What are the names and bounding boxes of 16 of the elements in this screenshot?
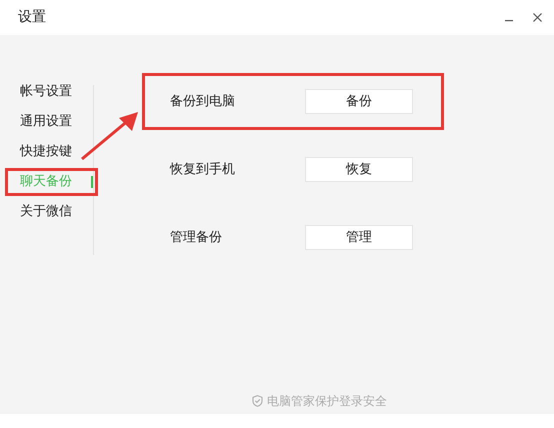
setting-label: 管理备份 bbox=[170, 228, 223, 247]
action-button[interactable]: 管理 bbox=[305, 225, 413, 250]
action-button[interactable]: 恢复 bbox=[305, 157, 413, 182]
close-icon[interactable] bbox=[533, 13, 542, 22]
minimize-icon[interactable] bbox=[505, 20, 513, 22]
setting-label: 备份到电脑 bbox=[170, 92, 236, 111]
sidebar-item[interactable]: 通用设置 bbox=[20, 112, 72, 132]
shield-icon bbox=[252, 395, 263, 407]
action-button[interactable]: 备份 bbox=[305, 89, 413, 114]
selection-indicator bbox=[91, 176, 93, 188]
sidebar-item[interactable]: 帐号设置 bbox=[20, 82, 72, 102]
sidebar-item[interactable]: 关于微信 bbox=[20, 202, 72, 222]
footer-text: 电脑管家保护登录安全 bbox=[267, 393, 387, 410]
window-title: 设置 bbox=[18, 8, 46, 27]
setting-label: 恢复到手机 bbox=[170, 160, 236, 179]
sidebar-item[interactable]: 快捷按键 bbox=[20, 142, 72, 162]
